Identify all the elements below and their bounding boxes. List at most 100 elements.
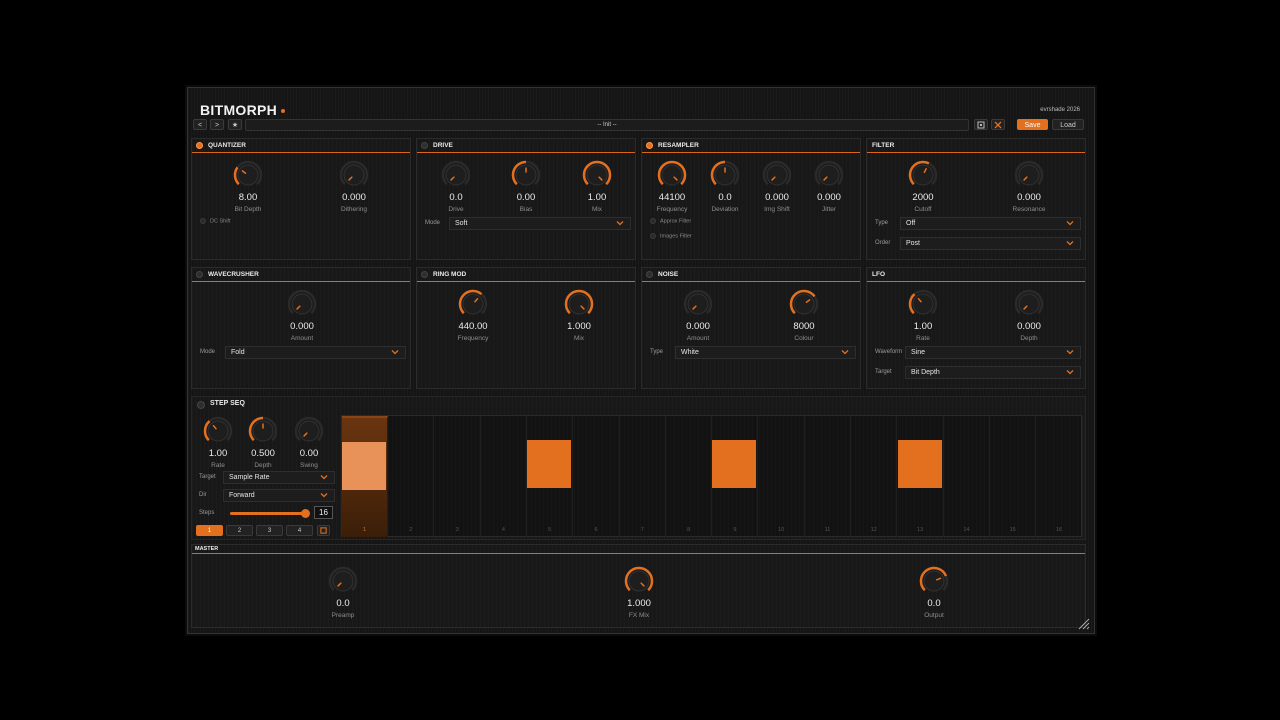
output-knob[interactable]: 0.0 Output [904,566,964,619]
bit-depth-value: 8.00 [238,192,258,203]
noise-amount-knob[interactable]: 0.000 Amount [668,289,728,342]
seq-step-14[interactable]: 14 [943,416,990,537]
save-button[interactable]: Save [1017,119,1048,130]
seq-page-4-button[interactable]: 4 [286,525,313,536]
knob-body [568,293,590,315]
seq-steps-slider-thumb[interactable] [300,509,310,518]
seq-page-2-button[interactable]: 2 [226,525,253,536]
drive-power-led[interactable] [421,142,428,149]
seq-step-10[interactable]: 10 [758,416,805,537]
noise-colour-value: 8000 [793,321,815,332]
next-preset-button[interactable]: > [210,119,224,130]
wavecrusher-power-led[interactable] [196,271,203,278]
seq-page-1-button[interactable]: 1 [196,525,223,536]
filter-order-dropdown[interactable]: Post [900,237,1081,250]
jitter-label: Jitter [821,206,837,213]
deviation-value: 0.0 [718,192,732,203]
seq-step-13[interactable]: 13 [897,416,944,537]
load-button[interactable]: Load [1052,119,1084,130]
seq-copy-button[interactable] [317,525,330,536]
wavecrusher-amount-knob[interactable]: 0.000 Amount [272,289,332,342]
deviation-knob[interactable]: 0.0 Deviation [695,160,755,213]
lfo-panel: LFO 1.00 Rate 0.000 Depth Waveform Sine … [866,267,1086,389]
img-shift-knob[interactable]: 0.000 Img Shift [747,160,807,213]
lfo-waveform-dropdown[interactable]: Sine [905,346,1081,359]
lfo-rate-label: Rate [916,335,930,342]
vendor-label: evrshade 2026 [1040,107,1080,113]
seq-swing-knob[interactable]: 0.00 Swing [279,416,339,469]
drive-mode-dropdown[interactable]: Soft [449,217,631,230]
lfo-depth-knob[interactable]: 0.000 Depth [999,289,1059,342]
quantizer-power-led[interactable] [196,142,203,149]
ringmod-title: RING MOD [417,268,635,282]
bit-depth-knob[interactable]: 8.00 Bit Depth [218,160,278,213]
close-preset-button[interactable] [991,119,1005,130]
resampler-title: RESAMPLER [642,139,860,153]
resampler-panel: RESAMPLER 44100 Frequency 0.0 Deviation … [641,138,861,260]
seq-step-2[interactable]: 2 [388,416,435,537]
seq-target-dropdown[interactable]: Sample Rate [223,471,335,484]
seq-steps-slider[interactable] [230,509,310,518]
seq-step-15[interactable]: 15 [990,416,1037,537]
seq-step-1[interactable]: 1 [342,416,388,537]
favorite-star-icon[interactable]: ★ [228,119,242,130]
seq-swing-value: 0.00 [299,448,319,459]
seq-step-6[interactable]: 6 [573,416,620,537]
seq-step-8[interactable]: 8 [666,416,713,537]
drive-knob[interactable]: 0.0 Drive [426,160,486,213]
ringmod-mix-value: 1.000 [567,321,591,332]
knob-body [912,293,934,315]
seq-step-3[interactable]: 3 [434,416,481,537]
resize-grip-icon[interactable] [1078,618,1090,630]
step-sequencer-grid[interactable]: 1 2 3 4 5 6 7 8 9 10 11 12 13 14 15 16 [341,415,1083,537]
ringmod-power-led[interactable] [421,271,428,278]
frequency-knob[interactable]: 44100 Frequency [642,160,702,213]
seq-step-5[interactable]: 5 [527,416,574,537]
seq-step-number: 11 [824,527,831,533]
seq-step-7[interactable]: 7 [619,416,666,537]
seq-dir-dropdown[interactable]: Forward [223,489,335,502]
fx-mix-knob[interactable]: 1.000 FX Mix [609,566,669,619]
preamp-label: Preamp [331,612,355,619]
ringmod-frequency-knob[interactable]: 440.00 Frequency [443,289,503,342]
quantizer-panel: QUANTIZER 8.00 Bit Depth 0.000 Dithering… [191,138,411,260]
noise-type-dropdown[interactable]: White [675,346,856,359]
ringmod-mix-knob[interactable]: 1.000 Mix [549,289,609,342]
seq-step-4[interactable]: 4 [480,416,527,537]
bias-knob[interactable]: 0.00 Bias [496,160,556,213]
drive-mix-knob[interactable]: 1.00 Mix [567,160,627,213]
dc-shift-toggle[interactable]: DC Shift [200,218,230,225]
lfo-rate-knob[interactable]: 1.00 Rate [893,289,953,342]
noise-colour-knob[interactable]: 8000 Colour [774,289,834,342]
images-filter-toggle[interactable]: Images Filter [650,233,692,240]
seq-step-11[interactable]: 11 [805,416,851,537]
resonance-knob[interactable]: 0.000 Resonance [999,160,1059,213]
lfo-target-dropdown[interactable]: Bit Depth [905,366,1081,379]
resampler-power-led[interactable] [646,142,653,149]
preamp-knob[interactable]: 0.0 Preamp [313,566,373,619]
knob-body [586,164,608,186]
seq-step-9[interactable]: 9 [712,416,759,537]
seq-step-16[interactable]: 16 [1036,416,1083,537]
noise-power-led[interactable] [646,271,653,278]
copy-preset-button[interactable] [974,119,988,130]
seq-steps-value[interactable]: 16 [314,506,333,519]
seq-step-number: 16 [1055,527,1063,533]
wavecrusher-mode-dropdown[interactable]: Fold [225,346,406,359]
seq-step-12[interactable]: 12 [851,416,898,537]
preset-selector[interactable]: -- Init -- [245,119,969,131]
lfo-rate-value: 1.00 [913,321,933,332]
stepseq-power-led[interactable] [197,401,205,409]
bit-depth-label: Bit Depth [234,206,262,213]
cutoff-knob[interactable]: 2000 Cutoff [893,160,953,213]
filter-type-dropdown[interactable]: Off [900,217,1081,230]
prev-preset-button[interactable]: < [193,119,207,130]
seq-step-number: 6 [594,527,598,533]
dithering-knob[interactable]: 0.000 Dithering [324,160,384,213]
jitter-knob[interactable]: 0.000 Jitter [799,160,859,213]
filter-title: FILTER [867,139,1085,153]
seq-page-3-button[interactable]: 3 [256,525,283,536]
ringmod-panel: RING MOD 440.00 Frequency 1.000 Mix [416,267,636,389]
approx-filter-toggle[interactable]: Approx Filter [650,218,691,225]
knob-body [912,164,934,186]
